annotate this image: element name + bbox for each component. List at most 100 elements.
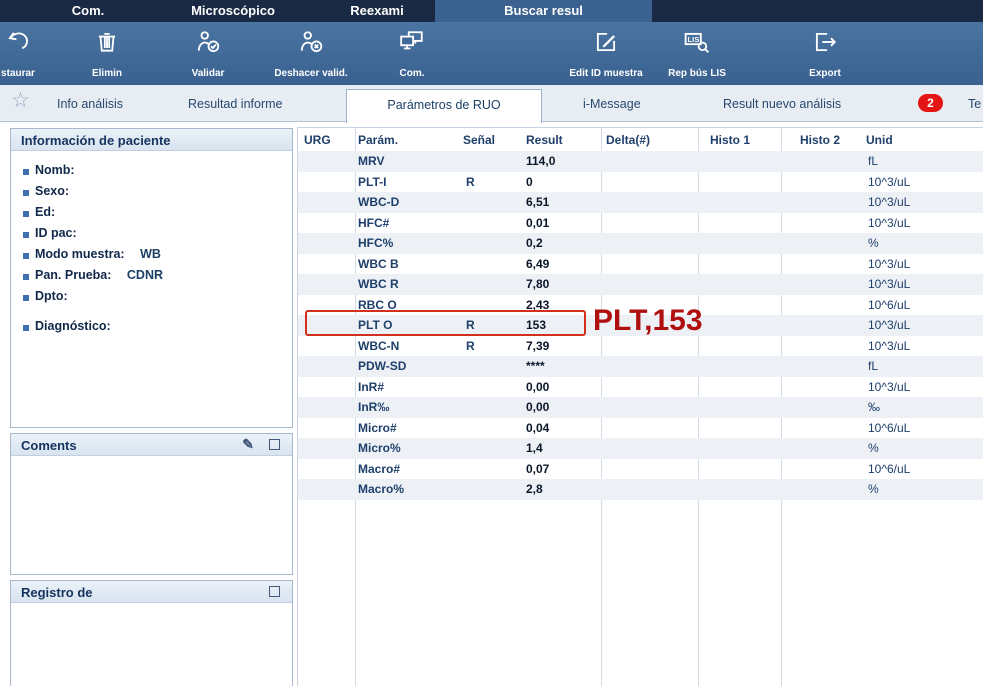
- unit-cell: %: [868, 233, 879, 254]
- col-header-param: Parám.: [358, 133, 398, 147]
- tab-info-analisis[interactable]: Info análisis: [57, 97, 123, 111]
- log-panel: Registro de: [10, 580, 293, 686]
- toolbar: staurar Elimin Validar Deshacer valid. C…: [0, 22, 983, 85]
- table-row[interactable]: Macro# 0,07 10^6/uL: [298, 459, 983, 480]
- table-row[interactable]: PLT-I R 0 10^3/uL: [298, 172, 983, 193]
- edit-sample-id-button[interactable]: Edit ID muestra: [551, 22, 661, 85]
- log-header: Registro de: [11, 581, 292, 603]
- ruo-parameters-table: URG Parám. Señal Result Delta(#) Histo 1…: [297, 127, 983, 686]
- unit-cell: 10^3/uL: [868, 274, 910, 295]
- app-window: Com. Microscópico Reexami Buscar resul s…: [0, 0, 983, 686]
- param-cell: InR#: [358, 377, 384, 398]
- bullet-icon: [23, 190, 29, 196]
- table-row[interactable]: WBC-N R 7,39 10^3/uL: [298, 336, 983, 357]
- result-cell: 0,00: [526, 377, 549, 398]
- export-icon: [785, 29, 865, 57]
- tab-i-message[interactable]: i-Message: [583, 97, 641, 111]
- unit-cell: ‰: [868, 397, 880, 418]
- patient-field-label: ID pac:: [35, 226, 77, 240]
- tab-parametros-ruo[interactable]: Parámetros de RUO: [346, 89, 542, 123]
- undo-icon: [0, 29, 58, 57]
- view-tab-bar: ☆ Info análisis Resultad informe Parámet…: [0, 85, 983, 122]
- validate-button[interactable]: Validar: [168, 22, 248, 85]
- patient-field-label: Dpto:: [35, 289, 68, 303]
- bullet-icon: [23, 325, 29, 331]
- table-row[interactable]: WBC-D 6,51 10^3/uL: [298, 192, 983, 213]
- lis-query-button[interactable]: LIS Rep bús LIS: [647, 22, 747, 85]
- param-cell: Micro%: [358, 438, 401, 459]
- col-header-senal: Señal: [463, 133, 495, 147]
- tab-resultad-informe[interactable]: Resultad informe: [188, 97, 283, 111]
- tab-result-nuevo-analisis[interactable]: Result nuevo análisis: [723, 97, 841, 111]
- delete-button[interactable]: Elimin: [67, 22, 147, 85]
- patient-field: Diagnóstico:: [23, 319, 292, 340]
- unit-cell: fL: [868, 151, 878, 172]
- patient-field-label: Diagnóstico:: [35, 319, 111, 333]
- result-cell: 2,8: [526, 479, 543, 500]
- param-cell: Macro%: [358, 479, 404, 500]
- result-cell: 7,39: [526, 336, 549, 357]
- bullet-icon: [23, 295, 29, 301]
- col-header-unid: Unid: [866, 133, 893, 147]
- param-cell: HFC%: [358, 233, 393, 254]
- table-row[interactable]: HFC# 0,01 10^3/uL: [298, 213, 983, 234]
- top-tab-reexami[interactable]: Reexami: [325, 0, 429, 22]
- bullet-icon: [23, 274, 29, 280]
- flag-cell: R: [466, 336, 475, 357]
- trash-icon: [67, 29, 147, 57]
- unit-cell: 10^3/uL: [868, 192, 910, 213]
- param-cell: WBC R: [358, 274, 399, 295]
- top-tab-buscar-resul[interactable]: Buscar resul: [435, 0, 652, 22]
- star-icon[interactable]: ☆: [11, 88, 30, 113]
- bullet-icon: [23, 232, 29, 238]
- table-row[interactable]: Micro# 0,04 10^6/uL: [298, 418, 983, 439]
- restore-button[interactable]: staurar: [0, 22, 58, 85]
- patient-field-label: Pan. Prueba:: [35, 268, 111, 282]
- param-cell: Macro#: [358, 459, 400, 480]
- communication-button[interactable]: Com.: [372, 22, 452, 85]
- person-check-icon: [168, 29, 248, 57]
- person-x-icon: [256, 29, 366, 57]
- table-row[interactable]: Macro% 2,8 %: [298, 479, 983, 500]
- param-cell: WBC-N: [358, 336, 399, 357]
- top-tab-microscopico[interactable]: Microscópico: [165, 0, 301, 22]
- unit-cell: fL: [868, 356, 878, 377]
- result-cell: 114,0: [526, 151, 555, 172]
- edit-square-icon: [551, 29, 661, 57]
- monitors-icon: [372, 29, 452, 57]
- table-row[interactable]: Micro% 1,4 %: [298, 438, 983, 459]
- unit-cell: 10^3/uL: [868, 213, 910, 234]
- param-cell: MRV: [358, 151, 384, 172]
- table-row[interactable]: MRV 114,0 fL: [298, 151, 983, 172]
- unit-cell: 10^3/uL: [868, 315, 910, 336]
- param-cell: InR‰: [358, 397, 389, 418]
- top-tab-com[interactable]: Com.: [50, 0, 126, 22]
- result-cell: 0: [526, 172, 533, 193]
- bullet-icon: [23, 211, 29, 217]
- undo-validation-button[interactable]: Deshacer valid.: [256, 22, 366, 85]
- table-row[interactable]: InR‰ 0,00 ‰: [298, 397, 983, 418]
- table-row[interactable]: WBC R 7,80 10^3/uL: [298, 274, 983, 295]
- table-row[interactable]: WBC B 6,49 10^3/uL: [298, 254, 983, 275]
- expand-window-icon[interactable]: [269, 439, 280, 450]
- table-row[interactable]: InR# 0,00 10^3/uL: [298, 377, 983, 398]
- unit-cell: 10^6/uL: [868, 418, 910, 439]
- patient-field-value: WB: [140, 247, 161, 261]
- table-row[interactable]: PDW-SD **** fL: [298, 356, 983, 377]
- bullet-icon: [23, 253, 29, 259]
- param-cell: PLT-I: [358, 172, 386, 193]
- expand-window-icon[interactable]: [269, 586, 280, 597]
- table-row[interactable]: HFC% 0,2 %: [298, 233, 983, 254]
- bullet-icon: [23, 169, 29, 175]
- edit-pencil-icon[interactable]: ✎: [242, 436, 254, 453]
- result-cell: 0,2: [526, 233, 543, 254]
- export-button[interactable]: Export: [785, 22, 865, 85]
- unit-cell: 10^6/uL: [868, 295, 910, 316]
- patient-info-header: Información de paciente: [11, 129, 292, 151]
- tab-clipped[interactable]: Te: [968, 97, 981, 111]
- param-cell: HFC#: [358, 213, 389, 234]
- patient-field: Nomb:: [23, 163, 292, 184]
- comments-panel: Coments ✎: [10, 433, 293, 575]
- unit-cell: %: [868, 479, 879, 500]
- plt-annotation: PLT,153: [593, 304, 703, 338]
